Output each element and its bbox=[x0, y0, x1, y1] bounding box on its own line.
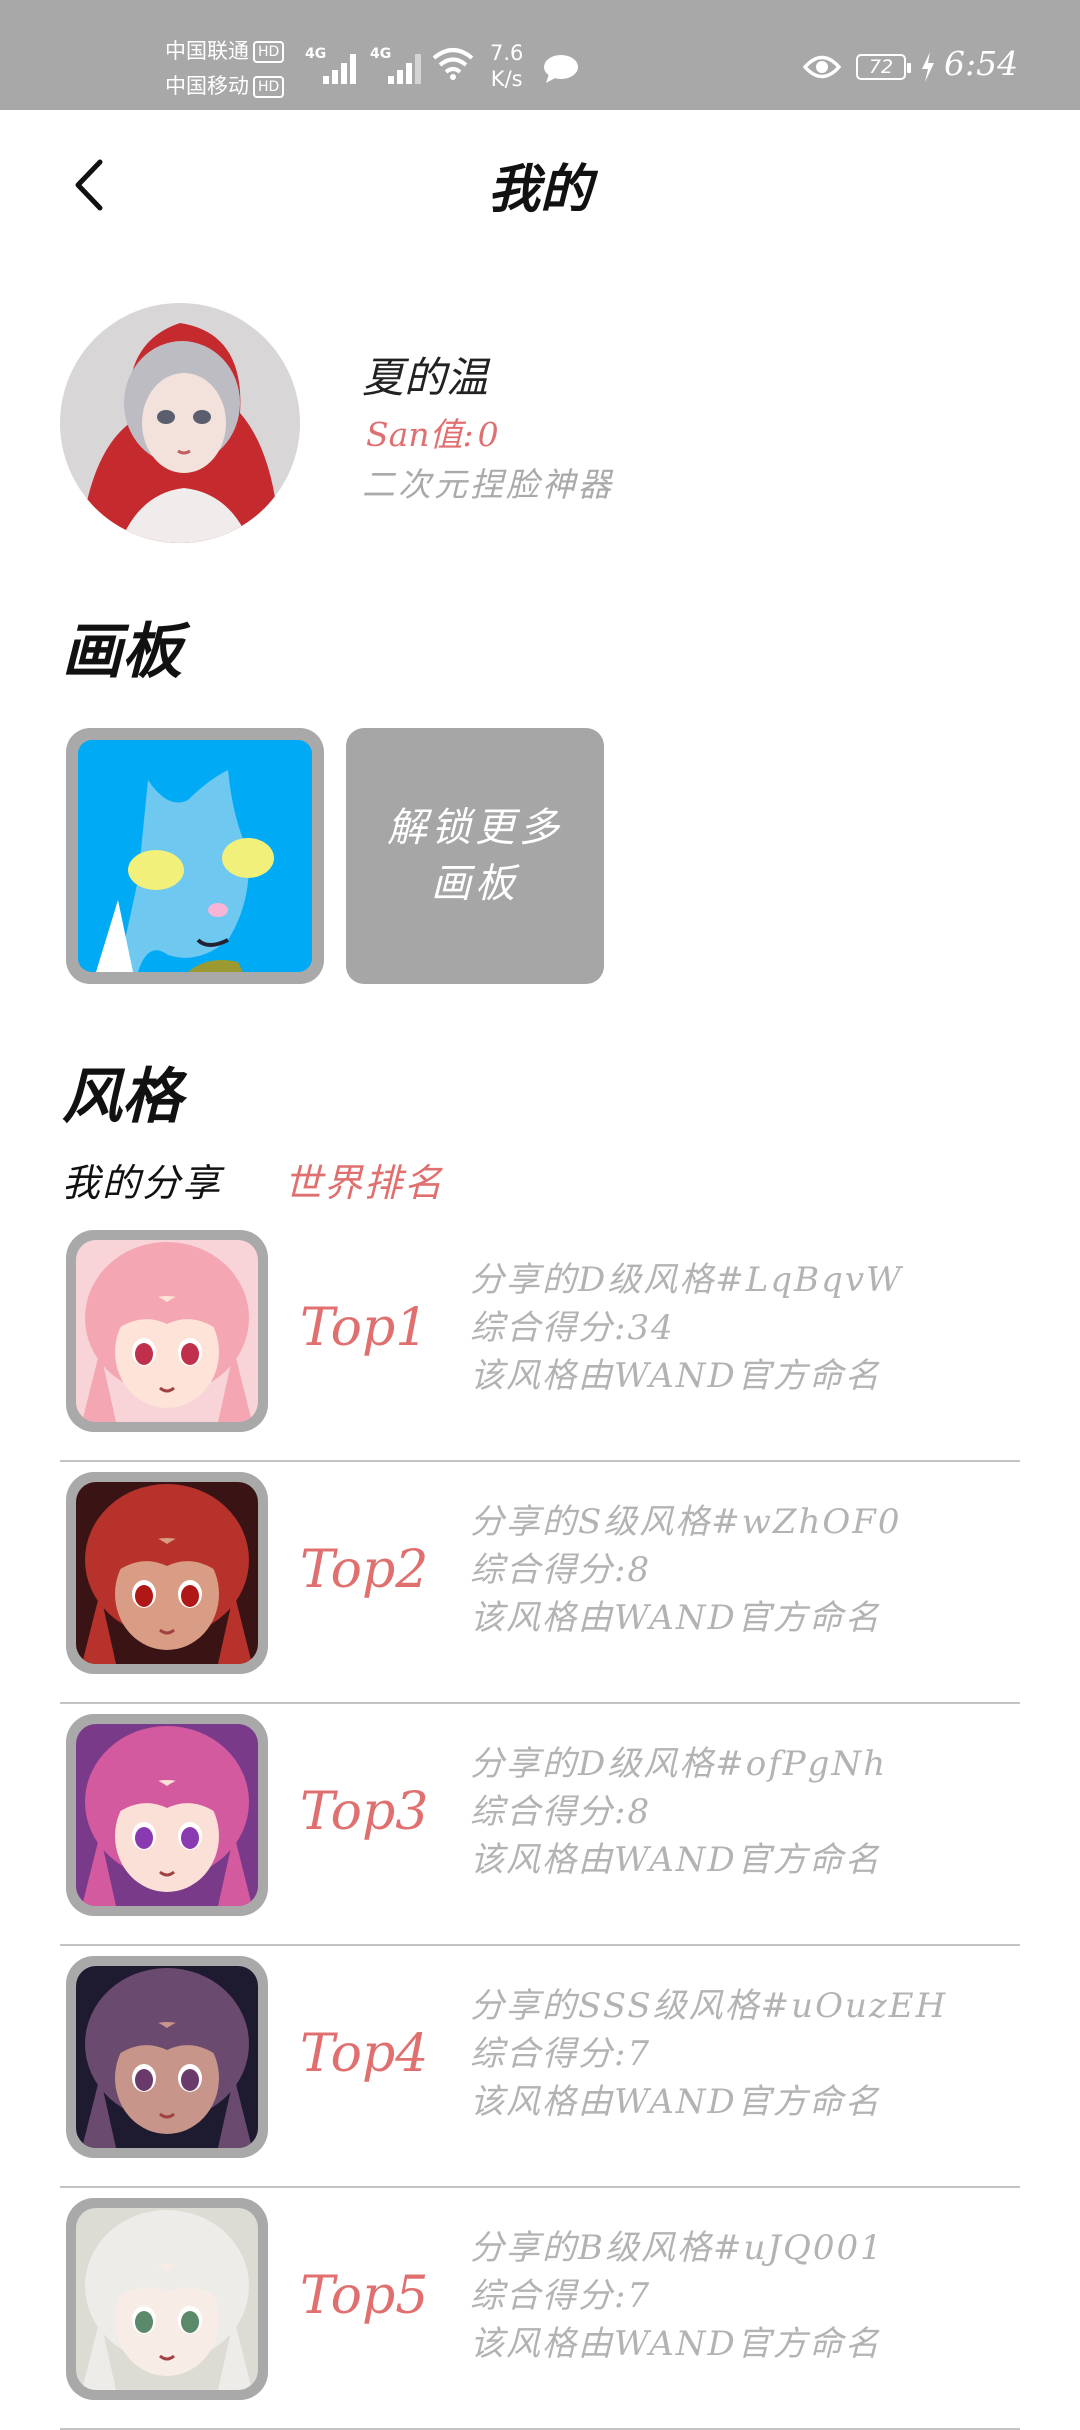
style-info: 分享的D级风格#ofPgNh 综合得分:8 该风格由WAND官方命名 bbox=[470, 1740, 887, 1884]
san-value: San值: 0 bbox=[362, 408, 499, 456]
unlock-label-1: 解锁更多 bbox=[387, 805, 563, 851]
style-thumbnail[interactable] bbox=[66, 1714, 268, 1916]
unlock-more-boards-button[interactable]: 解锁更多 画板 bbox=[346, 728, 604, 984]
tab-my-shares[interactable]: 我的分享 bbox=[62, 1161, 222, 1205]
style-score: 综合得分:7 bbox=[470, 2276, 652, 2316]
style-grade-code: 分享的S级风格#wZhOF0 bbox=[470, 1502, 902, 1542]
style-rank: Top5 bbox=[300, 2266, 429, 2326]
style-list-item[interactable]: Top4 分享的SSS级风格#uOuzEH 综合得分:7 该风格由WAND官方命名 bbox=[60, 1948, 1020, 2188]
style-score: 综合得分:8 bbox=[470, 1792, 652, 1832]
style-info: 分享的D级风格#LqBqvW 综合得分:34 该风格由WAND官方命名 bbox=[470, 1256, 903, 1400]
board-thumbnail[interactable] bbox=[66, 728, 324, 984]
tab-world-ranking[interactable]: 世界排名 bbox=[284, 1161, 444, 1205]
battery-icon: 72 bbox=[856, 54, 911, 80]
style-rank: Top2 bbox=[300, 1540, 429, 1600]
network-speed: 7.6 K/s bbox=[490, 40, 523, 92]
style-naming: 该风格由WAND官方命名 bbox=[470, 1598, 881, 1638]
unlock-label-2: 画板 bbox=[431, 861, 519, 907]
style-thumbnail[interactable] bbox=[66, 1956, 268, 2158]
style-score: 综合得分:8 bbox=[470, 1550, 652, 1590]
style-list-item[interactable]: Top2 分享的S级风格#wZhOF0 综合得分:8 该风格由WAND官方命名 bbox=[60, 1464, 1020, 1704]
style-naming: 该风格由WAND官方命名 bbox=[470, 1356, 881, 1396]
hd-badge: HD bbox=[253, 41, 285, 63]
carrier-info: 中国联通 HD 中国移动 HD bbox=[165, 34, 285, 104]
san-number: 0 bbox=[477, 415, 499, 454]
user-bio: 二次元捏脸神器 bbox=[362, 465, 614, 504]
style-grade-code: 分享的D级风格#ofPgNh bbox=[470, 1744, 888, 1784]
message-icon bbox=[544, 55, 578, 83]
style-rank: Top3 bbox=[300, 1782, 429, 1842]
avatar[interactable] bbox=[60, 303, 300, 543]
style-score: 综合得分:7 bbox=[470, 2034, 652, 2074]
carrier-1: 中国联通 bbox=[165, 39, 249, 63]
speed-unit: K/s bbox=[490, 67, 523, 91]
style-list-item[interactable]: Top5 分享的B级风格#uJQ001 综合得分:7 该风格由WAND官方命名 bbox=[60, 2190, 1020, 2430]
style-rank: Top1 bbox=[300, 1298, 429, 1358]
style-naming: 该风格由WAND官方命名 bbox=[470, 2082, 881, 2122]
speed-value: 7.6 bbox=[490, 41, 524, 65]
style-score: 综合得分:34 bbox=[470, 1308, 675, 1348]
style-info: 分享的SSS级风格#uOuzEH 综合得分:7 该风格由WAND官方命名 bbox=[470, 1982, 947, 2126]
charging-icon bbox=[922, 52, 934, 82]
status-bar: 中国联通 HD 中国移动 HD 4G 4G 7.6 K/s 72 6:54 bbox=[0, 0, 1080, 110]
style-naming: 该风格由WAND官方命名 bbox=[470, 1840, 881, 1880]
styles-tabs: 我的分享 世界排名 bbox=[62, 1152, 444, 1207]
wifi-icon bbox=[432, 48, 474, 80]
style-list-item[interactable]: Top1 分享的D级风格#LqBqvW 综合得分:34 该风格由WAND官方命名 bbox=[60, 1222, 1020, 1462]
style-info: 分享的B级风格#uJQ001 综合得分:7 该风格由WAND官方命名 bbox=[470, 2224, 884, 2368]
san-label: San值: bbox=[366, 415, 474, 454]
style-thumbnail[interactable] bbox=[66, 2198, 268, 2400]
style-thumbnail[interactable] bbox=[66, 1230, 268, 1432]
style-grade-code: 分享的SSS级风格#uOuzEH bbox=[470, 1986, 948, 2026]
carrier-2: 中国移动 bbox=[165, 74, 249, 98]
style-thumbnail[interactable] bbox=[66, 1472, 268, 1674]
clock: 6:54 bbox=[944, 44, 1019, 83]
page-title: 我的 bbox=[487, 159, 592, 220]
style-list-item[interactable]: Top3 分享的D级风格#ofPgNh 综合得分:8 该风格由WAND官方命名 bbox=[60, 1706, 1020, 1946]
boards-heading: 画板 bbox=[62, 617, 182, 687]
style-naming: 该风格由WAND官方命名 bbox=[470, 2324, 881, 2364]
style-grade-code: 分享的B级风格#uJQ001 bbox=[470, 2228, 884, 2268]
style-info: 分享的S级风格#wZhOF0 综合得分:8 该风格由WAND官方命名 bbox=[470, 1498, 902, 1642]
style-rank: Top4 bbox=[300, 2024, 429, 2084]
style-grade-code: 分享的D级风格#LqBqvW bbox=[470, 1260, 903, 1300]
eye-icon bbox=[803, 55, 841, 79]
styles-heading: 风格 bbox=[62, 1062, 182, 1132]
user-name: 夏的温 bbox=[362, 353, 489, 402]
hd-badge: HD bbox=[253, 76, 285, 98]
